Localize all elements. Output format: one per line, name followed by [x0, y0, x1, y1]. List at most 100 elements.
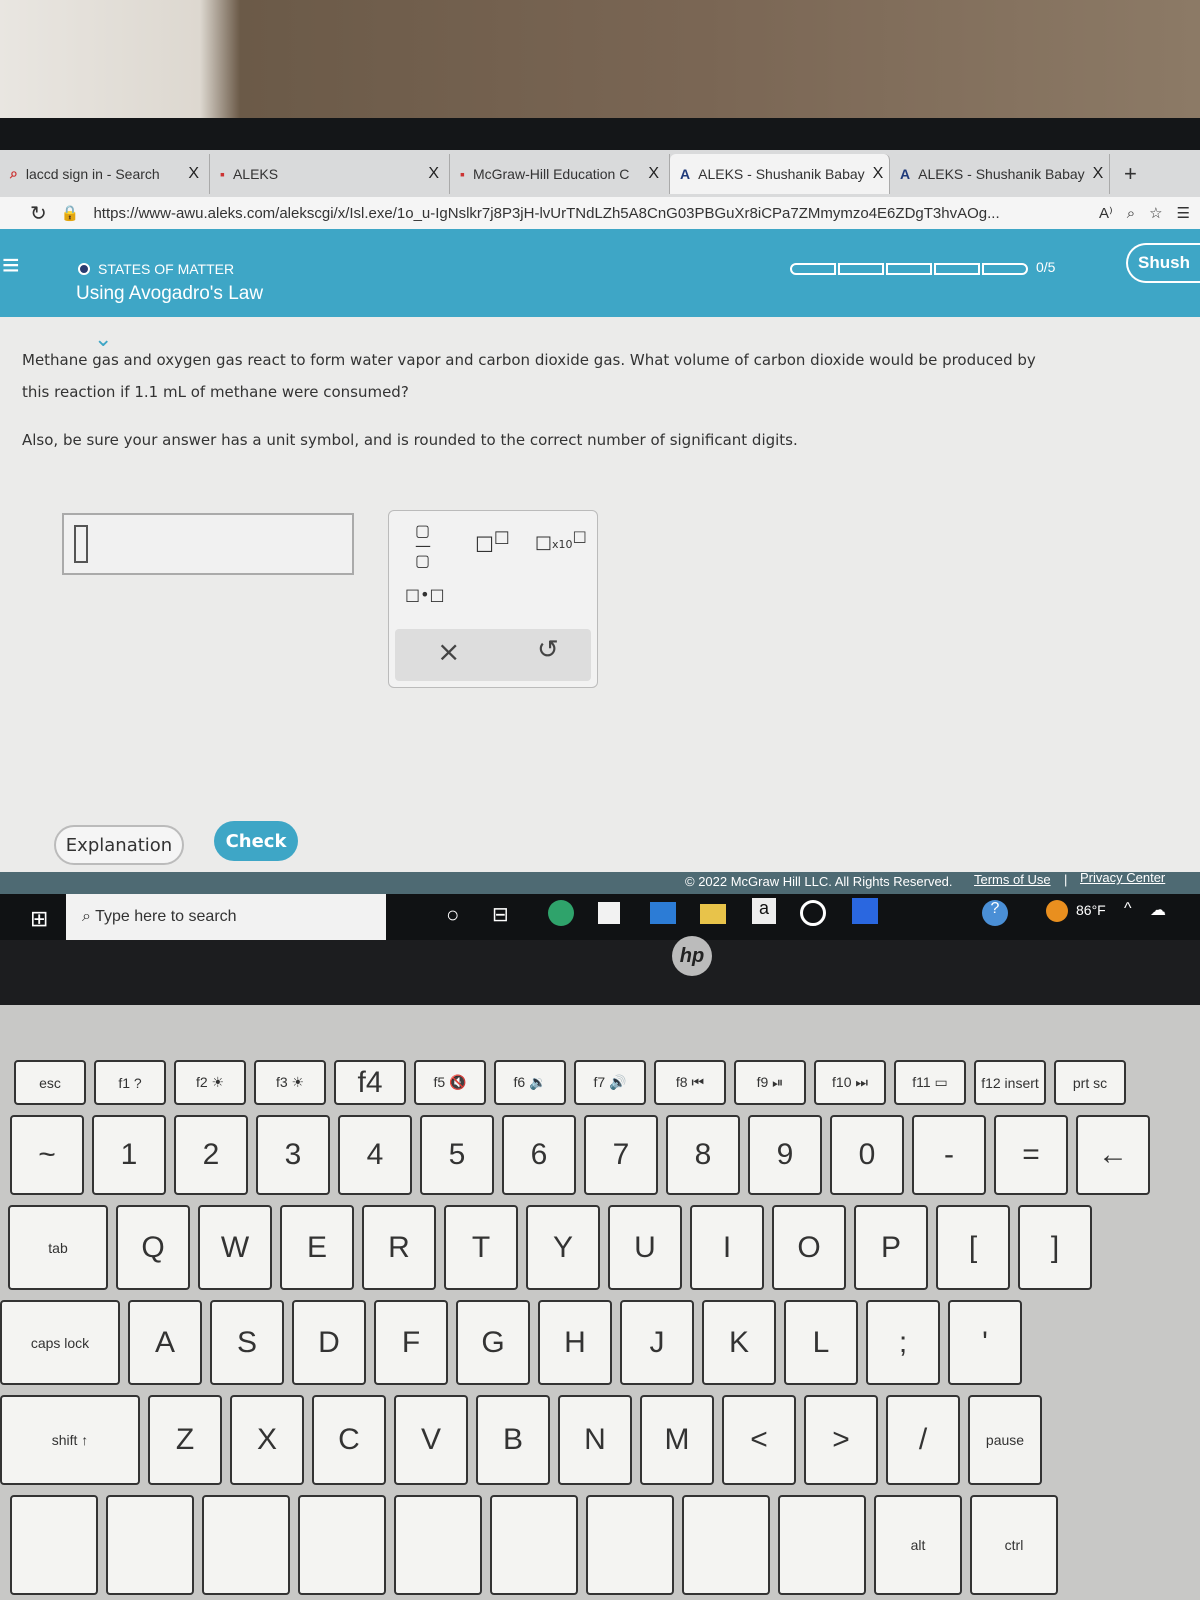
user-button[interactable]: Shush	[1126, 243, 1200, 283]
address-bar[interactable]: ↻ 🔒 https://www-awu.aleks.com/alekscgi/x…	[0, 197, 1200, 229]
privacy-link[interactable]: Privacy Center	[1080, 870, 1165, 885]
help-icon[interactable]: ?	[982, 900, 1008, 926]
key-f10-[interactable]: f10 ⏭	[814, 1060, 886, 1105]
key-b[interactable]: B	[476, 1395, 550, 1485]
key-i[interactable]: I	[690, 1205, 764, 1290]
taskbar-search[interactable]: ⌕ Type here to search	[66, 894, 386, 940]
key-r[interactable]: R	[362, 1205, 436, 1290]
read-aloud-icon[interactable]: A⁾	[1099, 204, 1113, 222]
key[interactable]	[490, 1495, 578, 1595]
key-k[interactable]: K	[702, 1300, 776, 1385]
key-8[interactable]: 8	[666, 1115, 740, 1195]
windows-start-icon[interactable]: ⊞	[30, 906, 48, 932]
key-w[interactable]: W	[198, 1205, 272, 1290]
mail-icon[interactable]	[650, 902, 676, 924]
clear-button[interactable]: ×	[437, 635, 460, 668]
key-f2-[interactable]: f2 ☀	[174, 1060, 246, 1105]
key-v[interactable]: V	[394, 1395, 468, 1485]
key-9[interactable]: 9	[748, 1115, 822, 1195]
key--[interactable]: >	[804, 1395, 878, 1485]
key-f8-[interactable]: f8 ⏮	[654, 1060, 726, 1105]
key[interactable]	[682, 1495, 770, 1595]
key-j[interactable]: J	[620, 1300, 694, 1385]
check-button[interactable]: Check	[214, 821, 298, 861]
key-y[interactable]: Y	[526, 1205, 600, 1290]
tab-3[interactable]: A ALEKS - Shushanik Babay X	[670, 153, 890, 194]
key-f9-[interactable]: f9 ⏯	[734, 1060, 806, 1105]
menu-icon[interactable]: ≡	[2, 249, 20, 283]
temperature[interactable]: 86°F	[1076, 902, 1106, 918]
close-tab-icon[interactable]: X	[1093, 165, 1104, 183]
key-3[interactable]: 3	[256, 1115, 330, 1195]
key-a[interactable]: A	[128, 1300, 202, 1385]
key-0[interactable]: 0	[830, 1115, 904, 1195]
app-icon[interactable]	[800, 900, 826, 926]
key-f6-[interactable]: f6 🔉	[494, 1060, 566, 1105]
undo-button[interactable]: ↺	[537, 635, 559, 665]
key-esc[interactable]: esc	[14, 1060, 86, 1105]
key[interactable]	[394, 1495, 482, 1595]
key-f4[interactable]: f4	[334, 1060, 406, 1105]
multiply-dot-button[interactable]: □•□	[405, 585, 445, 604]
key[interactable]	[298, 1495, 386, 1595]
key-e[interactable]: E	[280, 1205, 354, 1290]
key-n[interactable]: N	[558, 1395, 632, 1485]
key-o[interactable]: O	[772, 1205, 846, 1290]
key[interactable]	[202, 1495, 290, 1595]
key--[interactable]: /	[886, 1395, 960, 1485]
key-1[interactable]: 1	[92, 1115, 166, 1195]
key-alt[interactable]: alt	[874, 1495, 962, 1595]
key-f1-[interactable]: f1 ?	[94, 1060, 166, 1105]
key-q[interactable]: Q	[116, 1205, 190, 1290]
close-tab-icon[interactable]: X	[873, 165, 884, 183]
favorite-icon[interactable]: ☆	[1149, 204, 1162, 222]
onedrive-icon[interactable]: ☁	[1150, 900, 1166, 920]
key-caps-lock[interactable]: caps lock	[0, 1300, 120, 1385]
cortana-icon[interactable]: ○	[446, 902, 459, 928]
key-2[interactable]: 2	[174, 1115, 248, 1195]
key-f11-[interactable]: f11 ▭	[894, 1060, 966, 1105]
key-6[interactable]: 6	[502, 1115, 576, 1195]
key-m[interactable]: M	[640, 1395, 714, 1485]
key-5[interactable]: 5	[420, 1115, 494, 1195]
key-tab[interactable]: tab	[8, 1205, 108, 1290]
key-f3-[interactable]: f3 ☀	[254, 1060, 326, 1105]
key-f12-insert[interactable]: f12 insert	[974, 1060, 1046, 1105]
key-z[interactable]: Z	[148, 1395, 222, 1485]
key-s[interactable]: S	[210, 1300, 284, 1385]
key--[interactable]: ;	[866, 1300, 940, 1385]
key--[interactable]: [	[936, 1205, 1010, 1290]
tab-1[interactable]: ▪ ALEKS X	[210, 153, 450, 194]
key-f7-[interactable]: f7 🔊	[574, 1060, 646, 1105]
tab-4[interactable]: A ALEKS - Shushanik Babay X	[890, 153, 1110, 194]
url-text[interactable]: https://www-awu.aleks.com/alekscgi/x/Isl…	[93, 205, 1085, 222]
answer-input[interactable]	[62, 513, 354, 575]
key-prt-sc[interactable]: prt sc	[1054, 1060, 1126, 1105]
close-tab-icon[interactable]: X	[428, 165, 439, 183]
tab-2[interactable]: ▪ McGraw-Hill Education C X	[450, 153, 670, 194]
zoom-icon[interactable]: ⌕	[1127, 205, 1135, 222]
key[interactable]	[10, 1495, 98, 1595]
key-pause[interactable]: pause	[968, 1395, 1042, 1485]
key-f5-[interactable]: f5 🔇	[414, 1060, 486, 1105]
key-shift-[interactable]: shift ↑	[0, 1395, 140, 1485]
key--[interactable]: ←	[1076, 1115, 1150, 1195]
store-icon[interactable]	[598, 902, 620, 924]
tray-chevron-icon[interactable]: ^	[1124, 900, 1132, 918]
tab-0[interactable]: ⌕ laccd sign in - Search X	[0, 153, 210, 194]
key[interactable]	[106, 1495, 194, 1595]
amazon-icon[interactable]: a	[752, 898, 776, 924]
key-x[interactable]: X	[230, 1395, 304, 1485]
key-p[interactable]: P	[854, 1205, 928, 1290]
key--[interactable]: '	[948, 1300, 1022, 1385]
dropbox-icon[interactable]	[852, 898, 878, 924]
key-d[interactable]: D	[292, 1300, 366, 1385]
sci-notation-button[interactable]: □x10□	[535, 527, 587, 553]
key-h[interactable]: H	[538, 1300, 612, 1385]
file-explorer-icon[interactable]	[700, 904, 726, 924]
key-f[interactable]: F	[374, 1300, 448, 1385]
key--[interactable]: <	[722, 1395, 796, 1485]
key[interactable]	[778, 1495, 866, 1595]
key--[interactable]: ~	[10, 1115, 84, 1195]
key-u[interactable]: U	[608, 1205, 682, 1290]
